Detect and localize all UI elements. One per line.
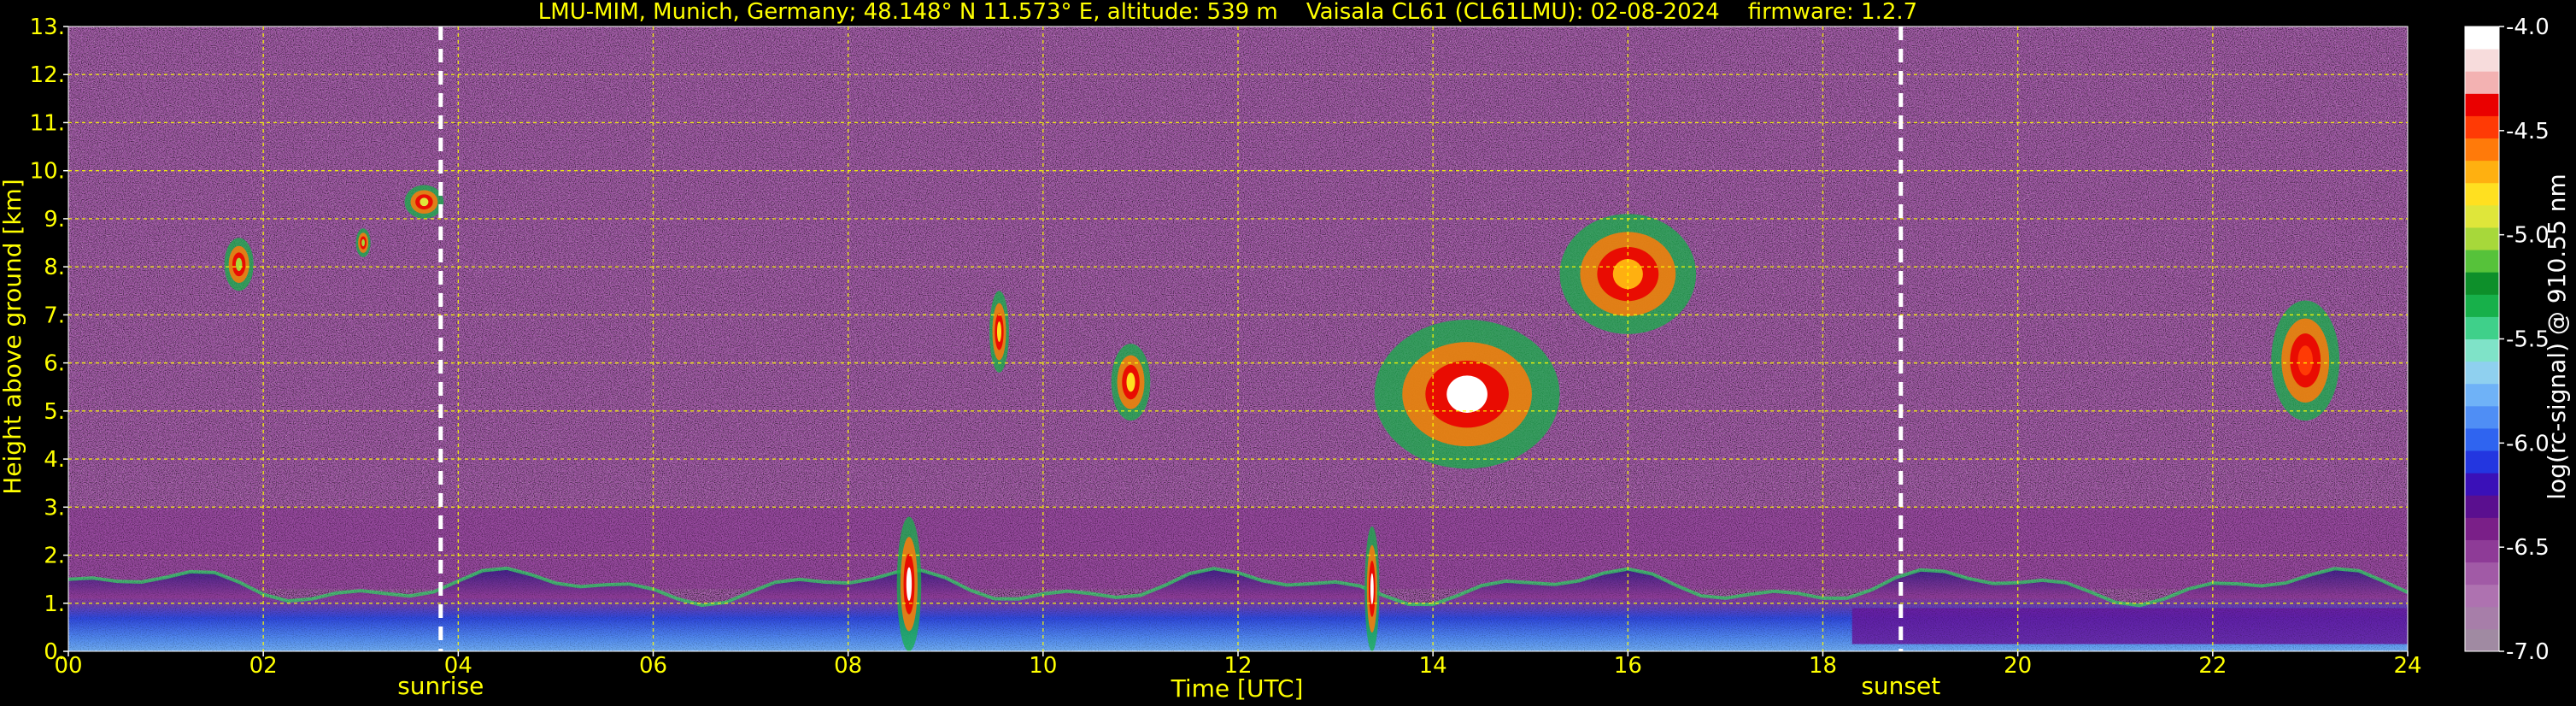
cloud-feature [2271,300,2340,421]
cloud-feature [1374,320,1560,469]
colorbar-tick-label: -6.5 [2506,535,2550,561]
colorbar-segment [2465,115,2499,139]
x-tick-label: 06 [639,653,667,679]
y-tick-label: 12. [30,62,65,88]
y-tick-label: 3. [44,495,65,521]
colorbar-segment [2465,71,2499,94]
cloud-feature [404,185,444,219]
cloud-core [361,238,365,247]
x-tick-label: 18 [1809,653,1837,679]
colorbar-segment [2465,49,2499,72]
colorbar-segment [2465,160,2499,184]
colorbar-segment [2465,517,2499,540]
y-tick-label: 1. [44,591,65,617]
y-tick-label: 7. [44,303,65,328]
y-tick-label: 9. [44,207,65,232]
colorbar-segment [2465,606,2499,630]
colorbar-segment [2465,562,2499,585]
cloud-core [1126,372,1135,392]
colorbar-segment [2465,227,2499,250]
y-tick-label: 5. [44,399,65,425]
y-tick-label: 6. [44,351,65,377]
colorbar-segment [2465,539,2499,563]
colorbar-segment [2465,584,2499,608]
cloud-core [2297,345,2313,376]
cloud-core [235,257,243,272]
cloud-feature [1111,344,1151,421]
colorbar-segment [2465,495,2499,518]
colorbar-segment [2465,182,2499,206]
y-tick-label: 11. [30,110,65,136]
colorbar-segment [2465,204,2499,228]
cloud-core [420,197,429,207]
cloud-feature [355,228,371,257]
annotation-label: sunset [1861,672,1940,700]
x-tick-label: 04 [444,653,472,679]
colorbar-segment [2465,450,2499,474]
y-tick-label: 13. [30,15,65,40]
colorbar-segment [2465,294,2499,317]
colorbar-tick-label: -4.5 [2506,119,2550,144]
x-tick-label: 20 [2004,653,2032,679]
colorbar-segment [2465,383,2499,407]
colorbar-segment [2465,250,2499,273]
x-tick-label: 08 [834,653,862,679]
colorbar-tick-label: -7.0 [2506,639,2550,665]
plot-area [67,26,2409,652]
x-tick-label: 14 [1419,653,1447,679]
x-axis-label: Time [UTC] [1171,674,1304,703]
y-tick-label: 2. [44,544,65,569]
y-axis-label: Height above ground [km] [0,179,26,495]
cloud-core [1370,573,1374,605]
colorbar-segment [2465,93,2499,116]
colorbar: -4.0-4.5-5.0-5.5-6.0-6.5-7.0 [2464,15,2550,665]
colorbar-segment [2465,26,2499,50]
colorbar-segment [2465,473,2499,496]
colorbar-segment [2465,427,2499,451]
chart-title: LMU-MIM, Munich, Germany; 48.148° N 11.5… [538,0,1917,25]
cloud-feature [989,291,1009,373]
cloud-core [1446,375,1488,413]
colorbar-tick-label: -4.0 [2506,15,2550,40]
cloud-core [996,321,1002,343]
colorbar-label: log(rc-signal) @ 910.55 nm [2543,174,2571,499]
colorbar-segment [2465,272,2499,295]
cloud-core [906,567,912,601]
colorbar-segment [2465,338,2499,362]
ceilometer-chart: sunrise sunset 00 02 04 06 08 10 12 14 16 18 20 22 24… [0,0,2571,703]
y-tick-labels: 0. 1. 2. 3. 4. 5. 6. 7. 8. 9. 10. 11. 12. 13. [30,15,68,665]
colorbar-segment [2465,405,2499,429]
x-tick-label: 02 [249,653,278,679]
cloud-feature [1364,526,1380,652]
y-tick-label: 4. [44,447,65,473]
y-tick-label: 0. [44,639,65,665]
y-tick-label: 10. [30,159,65,185]
x-tick-label: 16 [1614,653,1642,679]
y-tick-label: 8. [44,255,65,280]
cloud-feature [896,516,922,651]
cloud-feature [224,238,254,291]
colorbar-segment [2465,361,2499,385]
x-tick-label: 22 [2198,653,2227,679]
colorbar-segment [2465,138,2499,162]
x-tick-label: 10 [1029,653,1057,679]
x-tick-label: 24 [2393,653,2421,679]
colorbar-segment [2465,628,2499,652]
colorbar-segment [2465,316,2499,339]
